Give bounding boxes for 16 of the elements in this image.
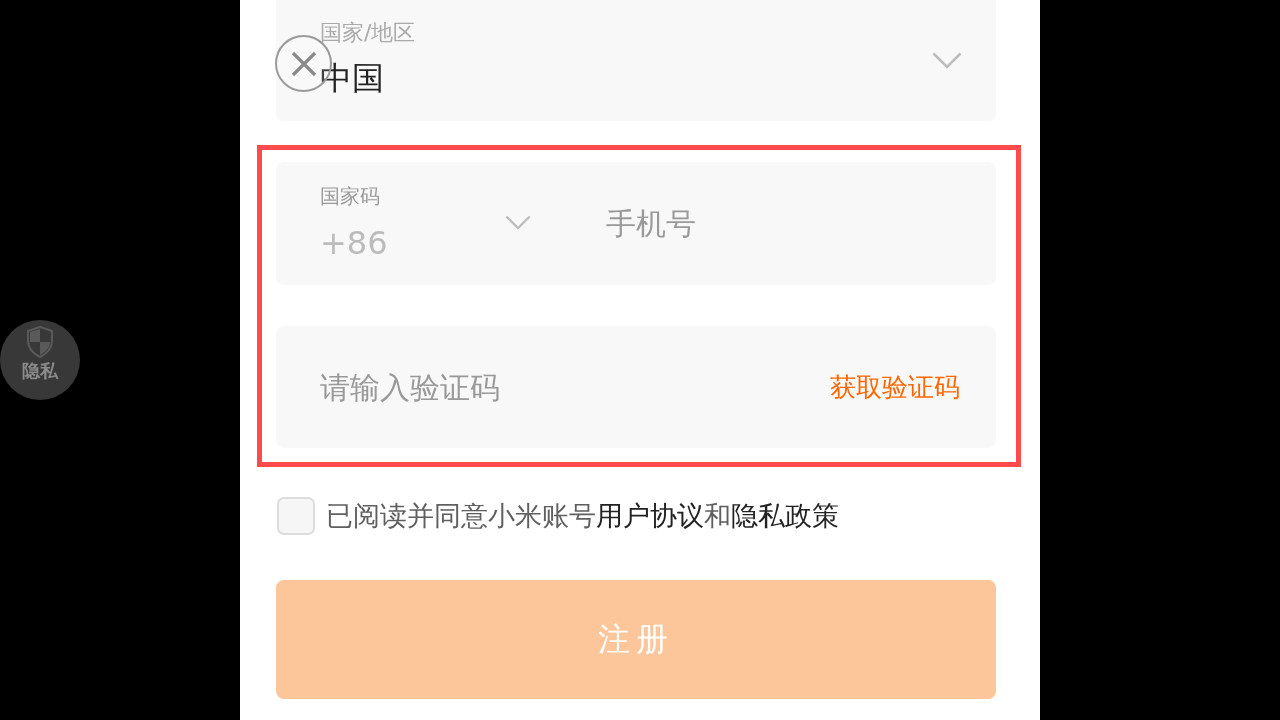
code-field[interactable]: 请输入验证码 获取验证码 xyxy=(276,326,996,448)
privacy-button[interactable]: 隐私 xyxy=(0,320,80,400)
close-icon xyxy=(290,50,317,77)
get-code-link[interactable]: 获取验证码 xyxy=(830,369,960,405)
code-input[interactable]: 请输入验证码 xyxy=(320,357,830,417)
phone-field[interactable]: 国家码 +86 手机号 xyxy=(276,162,996,285)
shield-icon xyxy=(27,326,53,358)
phone-input[interactable]: 手机号 xyxy=(606,193,996,254)
chevron-down-icon xyxy=(505,215,531,230)
policy-link[interactable]: 隐私政策 xyxy=(731,500,839,531)
chevron-down-icon xyxy=(932,52,962,69)
policy-link[interactable]: 用户协议 xyxy=(596,500,704,531)
agreement-text: 已阅读并同意小米账号用户协议和隐私政策 xyxy=(326,499,839,533)
country-code-select[interactable]: 国家码 +86 xyxy=(276,162,576,285)
agreement-checkbox[interactable] xyxy=(277,497,315,535)
country-select[interactable]: 国家/地区 中国 xyxy=(276,0,996,121)
